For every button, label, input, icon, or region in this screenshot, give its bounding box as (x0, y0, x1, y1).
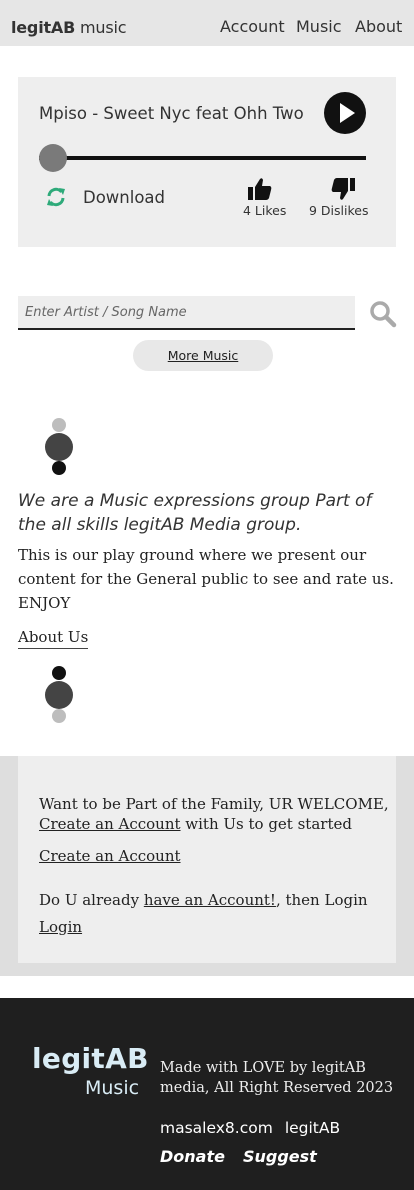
search-icon[interactable] (369, 300, 397, 328)
join-intro: Want to be Part of the Family, UR WELCOM… (39, 795, 389, 813)
footer-link-masalex[interactable]: masalex8.com (160, 1119, 273, 1137)
join-section: Want to be Part of the Family, UR WELCOM… (0, 756, 414, 976)
music-player: Mpiso - Sweet Nyc feat Ohh Two Download … (18, 77, 396, 247)
footer-link-legitab[interactable]: legitAB (285, 1119, 340, 1137)
play-button[interactable] (324, 92, 366, 134)
search-input[interactable] (18, 296, 355, 330)
refresh-icon[interactable] (45, 186, 67, 208)
dot-medium (45, 433, 73, 461)
join-intro-line2: Create an Account with Us to get started (39, 815, 352, 833)
footer-brand-sub: Music (85, 1077, 140, 1099)
create-account-link[interactable]: Create an Account (39, 847, 181, 865)
likes-count: 4 Likes (243, 203, 287, 218)
progress-thumb[interactable] (39, 144, 67, 172)
progress-track[interactable] (39, 156, 366, 160)
create-account-row: Create an Account (39, 847, 181, 865)
footer-brand: legitAB (32, 1042, 149, 1075)
join-intro-suffix: with Us to get started (180, 815, 352, 833)
decorative-dots-top (45, 418, 73, 478)
brand-suffix: music (75, 18, 127, 37)
have-account-link[interactable]: have an Account! (144, 891, 276, 909)
dot-dark (52, 666, 66, 680)
login-row: Login (39, 918, 82, 936)
create-account-inline-link[interactable]: Create an Account (39, 815, 181, 833)
login-prefix: Do U already (39, 891, 144, 909)
dot-dark (52, 461, 66, 475)
dot-light (52, 418, 66, 432)
decorative-dots-bottom (45, 666, 73, 726)
dislikes-count: 9 Dislikes (309, 203, 369, 218)
nav-music[interactable]: Music (296, 17, 342, 36)
login-prompt: Do U already have an Account!, then Logi… (39, 891, 368, 909)
nav-account[interactable]: Account (220, 17, 285, 36)
login-suffix: , then Login (275, 891, 368, 909)
login-link[interactable]: Login (39, 918, 82, 936)
download-button[interactable]: Download (83, 188, 165, 207)
dot-medium (45, 681, 73, 709)
footer-copyright: Made with LOVE by legitAB media, All Rig… (160, 1060, 394, 1096)
nav-about[interactable]: About (355, 17, 402, 36)
tagline: We are a Music expressions group Part of… (18, 491, 372, 535)
thumbs-down-icon[interactable] (330, 177, 356, 201)
about-description: This is our play ground where we present… (18, 546, 394, 612)
thumbs-up-icon[interactable] (247, 177, 273, 201)
top-navbar: legitAB music Account Music About (0, 0, 414, 46)
brand-name: legitAB (11, 18, 76, 37)
donate-link[interactable]: Donate (160, 1147, 225, 1166)
footer-actions: Donate Suggest (160, 1147, 335, 1166)
site-footer: legitAB Music Made with LOVE by legitAB … (0, 998, 414, 1190)
suggest-link[interactable]: Suggest (243, 1147, 317, 1166)
site-logo[interactable]: legitAB music (11, 18, 127, 37)
dot-light (52, 709, 66, 723)
more-music-button[interactable]: More Music (133, 340, 273, 371)
play-icon (340, 103, 355, 123)
join-card: Want to be Part of the Family, UR WELCOM… (18, 756, 396, 963)
footer-links: masalex8.com legitAB (160, 1119, 352, 1137)
about-us-link[interactable]: About Us (18, 628, 89, 649)
song-title: Mpiso - Sweet Nyc feat Ohh Two (39, 104, 304, 123)
